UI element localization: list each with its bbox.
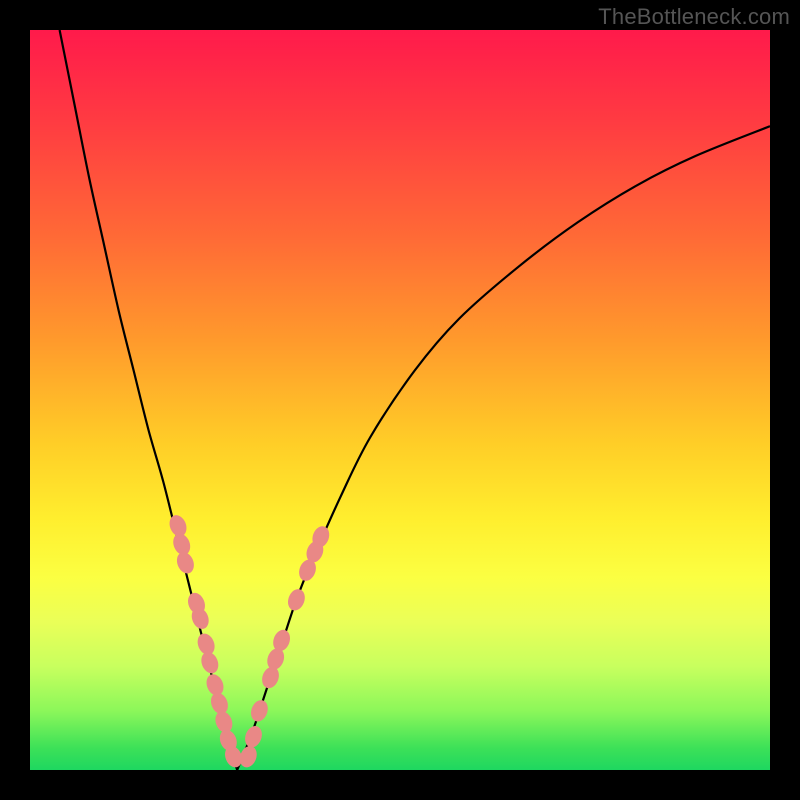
bead-left-6 <box>198 650 221 676</box>
watermark-text: TheBottleneck.com <box>598 4 790 30</box>
beads-group <box>166 513 332 770</box>
bead-right-0 <box>237 744 260 770</box>
curves-group <box>60 30 770 770</box>
bead-right-1 <box>242 724 265 750</box>
bead-right-2 <box>248 698 271 724</box>
chart-svg <box>30 30 770 770</box>
curve-right-branch <box>237 126 770 770</box>
bead-right-6 <box>285 587 308 613</box>
plot-area <box>30 30 770 770</box>
chart-frame: TheBottleneck.com <box>0 0 800 800</box>
bead-left-2 <box>174 550 197 576</box>
